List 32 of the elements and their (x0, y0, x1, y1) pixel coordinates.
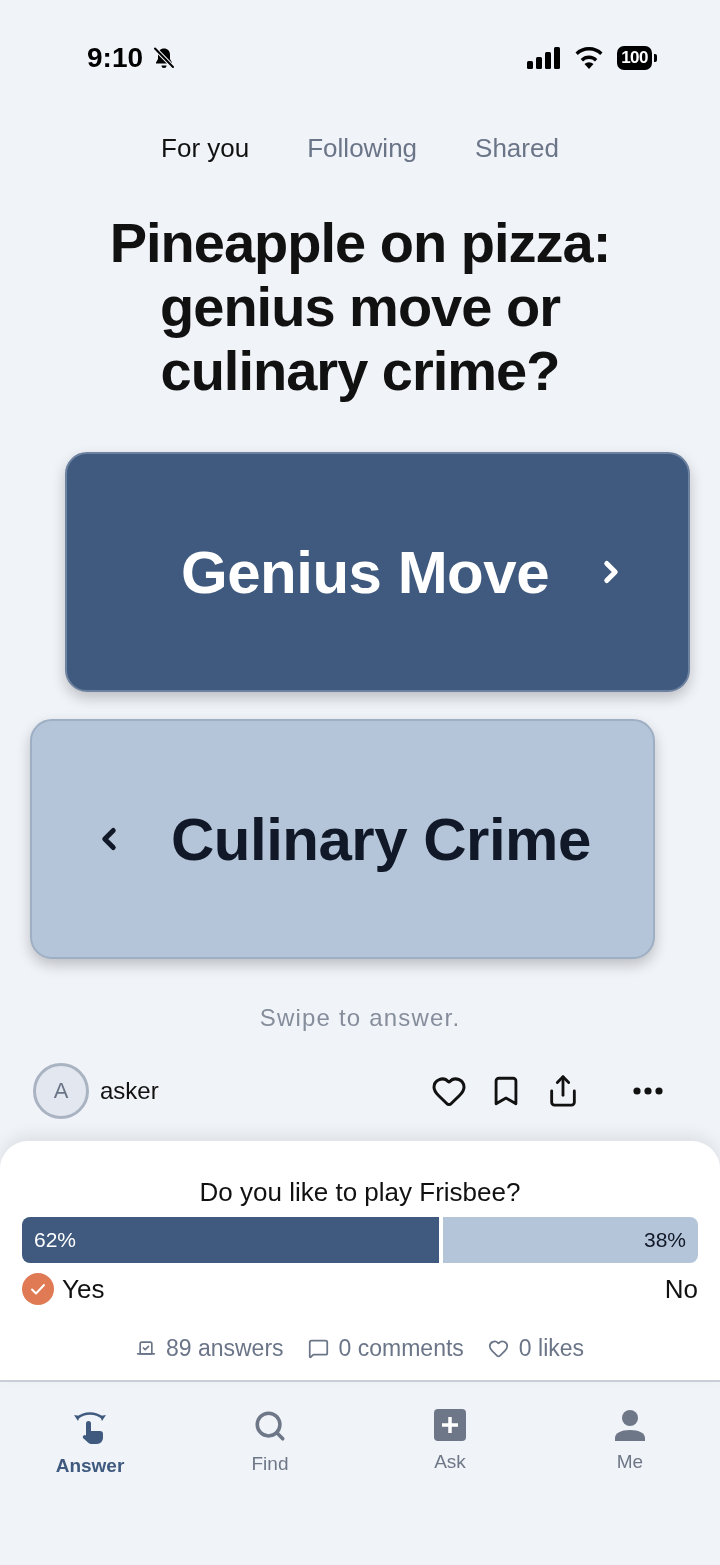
swipe-gesture-icon (72, 1409, 108, 1445)
feed-tab[interactable]: Following (307, 132, 418, 164)
feed-tab[interactable]: For you (161, 132, 250, 164)
clock-time: 9:10 (87, 42, 144, 74)
answer-count: 89 answers (165, 1334, 284, 1362)
poll-question: Do you like to play Frisbee? (198, 1177, 522, 1207)
answer-card[interactable]: Culinary Crime (30, 719, 655, 959)
percent-label: 62% (34, 1228, 77, 1252)
option-label: Yes (62, 1273, 105, 1305)
avatar[interactable]: A (33, 1063, 89, 1119)
nav-tab[interactable]: Ask (360, 1409, 540, 1478)
feed-tab[interactable]: Shared (475, 132, 559, 164)
wifi-icon (574, 47, 605, 69)
answer-card[interactable]: Genius Move (65, 452, 690, 692)
percent-label: 38% (643, 1228, 686, 1252)
nav-tab[interactable]: Find (180, 1409, 360, 1478)
username[interactable]: asker (100, 1077, 159, 1105)
comment-count: 0 comments (338, 1334, 464, 1362)
option-label: No (664, 1273, 698, 1305)
ballot-box-icon (135, 1338, 156, 1358)
question-title: Pineapple on pizza: genius move or culinary crime? (108, 211, 612, 403)
swipe-hint: Swipe to answer. (259, 1003, 461, 1033)
person-icon (615, 1409, 645, 1441)
more-icon (633, 1087, 663, 1095)
search-icon (253, 1409, 287, 1443)
comment-icon (307, 1337, 329, 1359)
battery-indicator: 100 (617, 46, 657, 70)
nav-tab[interactable]: Answer (0, 1409, 180, 1478)
like-count: 0 likes (518, 1334, 585, 1362)
add-square-icon (434, 1409, 466, 1441)
signal-icon (527, 47, 562, 69)
nav-tab[interactable]: Me (540, 1409, 720, 1478)
